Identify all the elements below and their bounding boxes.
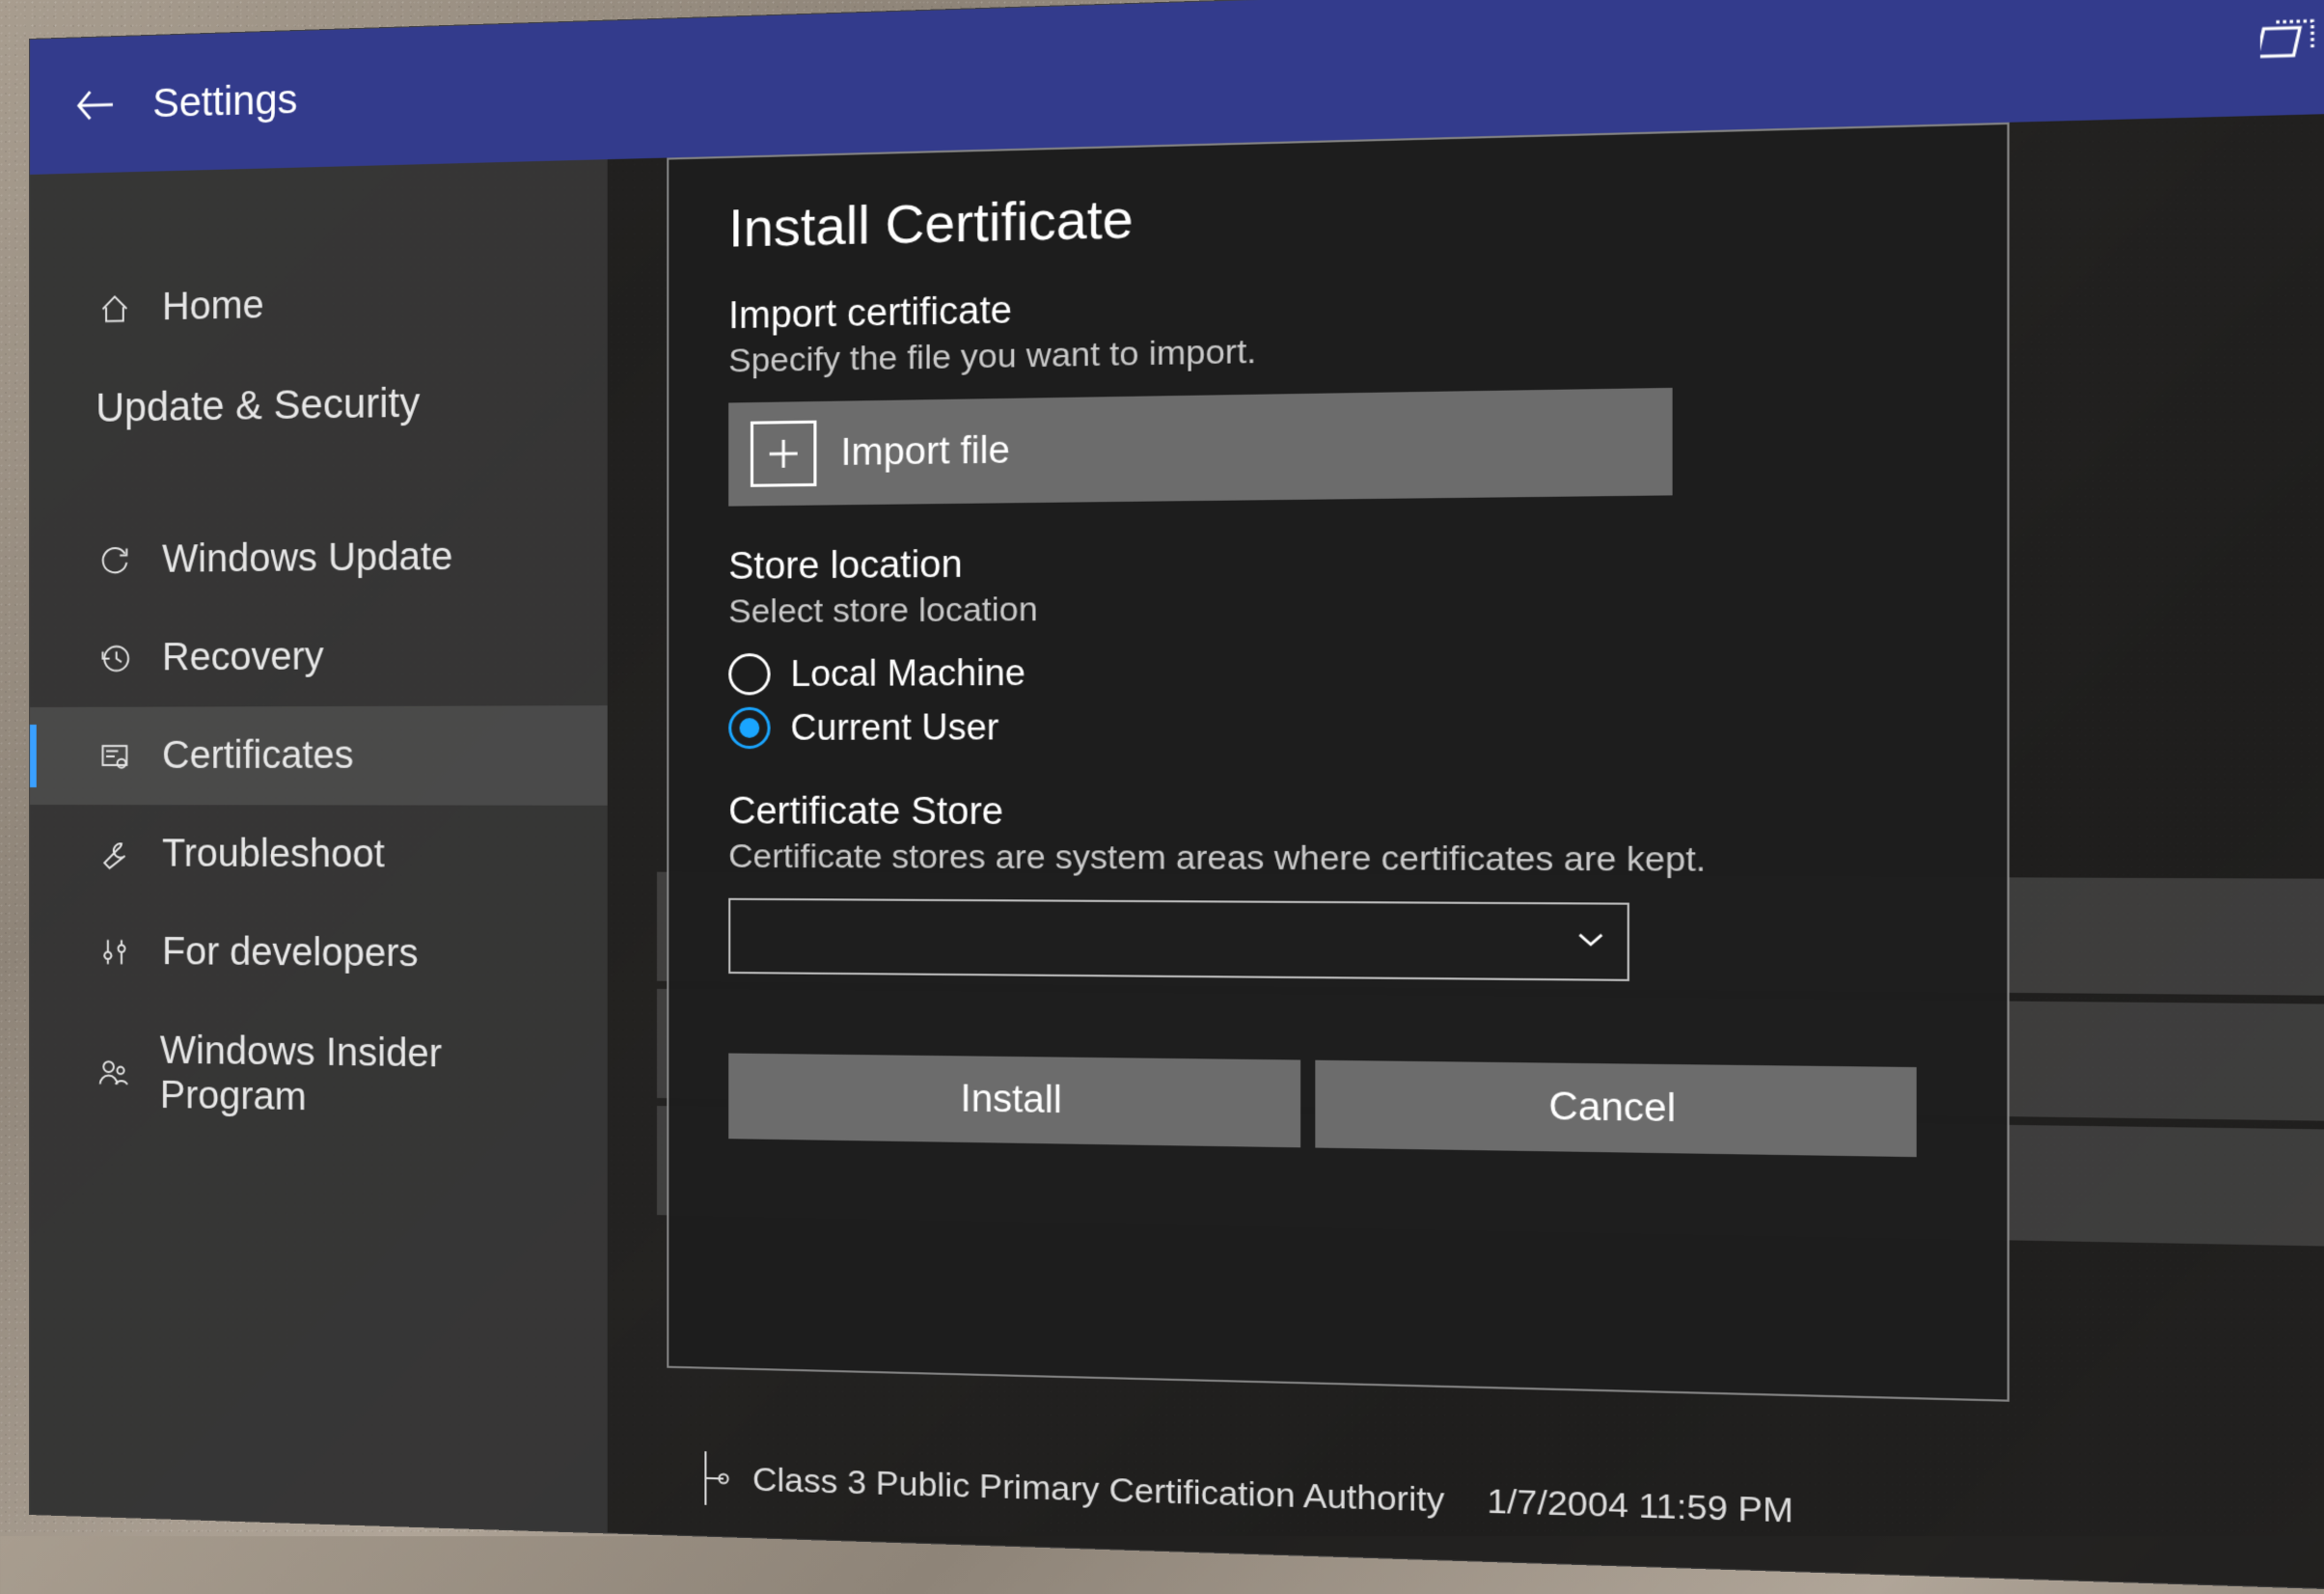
title-text: Settings <box>152 16 2260 127</box>
main-content: t a PM PM PM Class 3 Public Primary Cert… <box>608 110 2324 1593</box>
sidebar-item-label: Certificates <box>162 733 354 778</box>
dialog-title: Install Certificate <box>728 168 1929 260</box>
cert-store-desc: Certificate stores are system areas wher… <box>728 838 1929 881</box>
tools-icon <box>96 932 133 971</box>
display-mode-button[interactable] <box>2260 13 2319 69</box>
chevron-down-icon <box>1575 924 1605 958</box>
certificate-icon <box>96 736 133 775</box>
radio-label: Current User <box>790 706 998 749</box>
sidebar-item-troubleshoot[interactable]: Troubleshoot <box>30 805 608 905</box>
sync-icon <box>96 540 133 580</box>
certificate-store-dropdown[interactable] <box>728 898 1629 981</box>
store-location-title: Store location <box>728 535 1929 590</box>
sidebar-item-for-developers[interactable]: For developers <box>30 902 608 1005</box>
install-button[interactable]: Install <box>728 1054 1300 1148</box>
back-button[interactable] <box>68 75 124 135</box>
wrench-icon <box>96 835 133 873</box>
button-label: Install <box>961 1078 1062 1122</box>
sidebar-item-label: Troubleshoot <box>162 832 385 876</box>
sidebar-item-label: Home <box>162 284 264 330</box>
button-label: Cancel <box>1548 1085 1676 1131</box>
radio-label: Local Machine <box>790 652 1025 696</box>
certificate-time: 1/7/2004 11:59 PM <box>1487 1481 1793 1530</box>
install-certificate-dialog: Install Certificate Import certificate S… <box>667 123 2010 1402</box>
sidebar-item-label: Windows Update <box>162 535 452 581</box>
radio-icon <box>728 707 770 749</box>
sidebar-item-certificates[interactable]: Certificates <box>30 705 608 806</box>
people-icon <box>96 1053 131 1092</box>
window-icon <box>2260 13 2319 69</box>
tree-connector-icon <box>697 1450 732 1507</box>
sidebar-item-insider-program[interactable]: Windows Insider Program <box>30 1000 608 1152</box>
import-file-label: Import file <box>840 429 1009 475</box>
sidebar-item-label: Windows Insider Program <box>160 1028 578 1123</box>
sidebar-item-label: For developers <box>162 930 419 976</box>
cancel-button[interactable]: Cancel <box>1315 1060 1916 1157</box>
import-file-button[interactable]: Import file <box>728 388 1672 507</box>
cert-store-title: Certificate Store <box>728 790 1929 836</box>
sidebar: Home Update & Security Windows Update Re… <box>30 159 608 1532</box>
certificate-row-caption: Class 3 Public Primary Certification Aut… <box>697 1450 1793 1540</box>
sidebar-item-recovery[interactable]: Recovery <box>30 606 608 707</box>
sidebar-item-label: Recovery <box>162 635 324 679</box>
certificate-name: Class 3 Public Primary Certification Aut… <box>752 1460 1444 1520</box>
store-location-desc: Select store location <box>728 584 1929 632</box>
radio-local-machine[interactable]: Local Machine <box>728 647 1929 696</box>
plus-icon <box>751 421 817 487</box>
arrow-left-icon <box>73 81 119 129</box>
clock-rewind-icon <box>96 639 133 677</box>
sidebar-section-header: Update & Security <box>30 348 608 459</box>
sidebar-item-home[interactable]: Home <box>30 248 608 359</box>
home-icon <box>96 289 133 328</box>
radio-icon <box>728 653 770 696</box>
radio-current-user[interactable]: Current User <box>728 703 1929 749</box>
sidebar-item-windows-update[interactable]: Windows Update <box>30 506 608 610</box>
settings-window: Settings Hom <box>29 0 2324 1594</box>
